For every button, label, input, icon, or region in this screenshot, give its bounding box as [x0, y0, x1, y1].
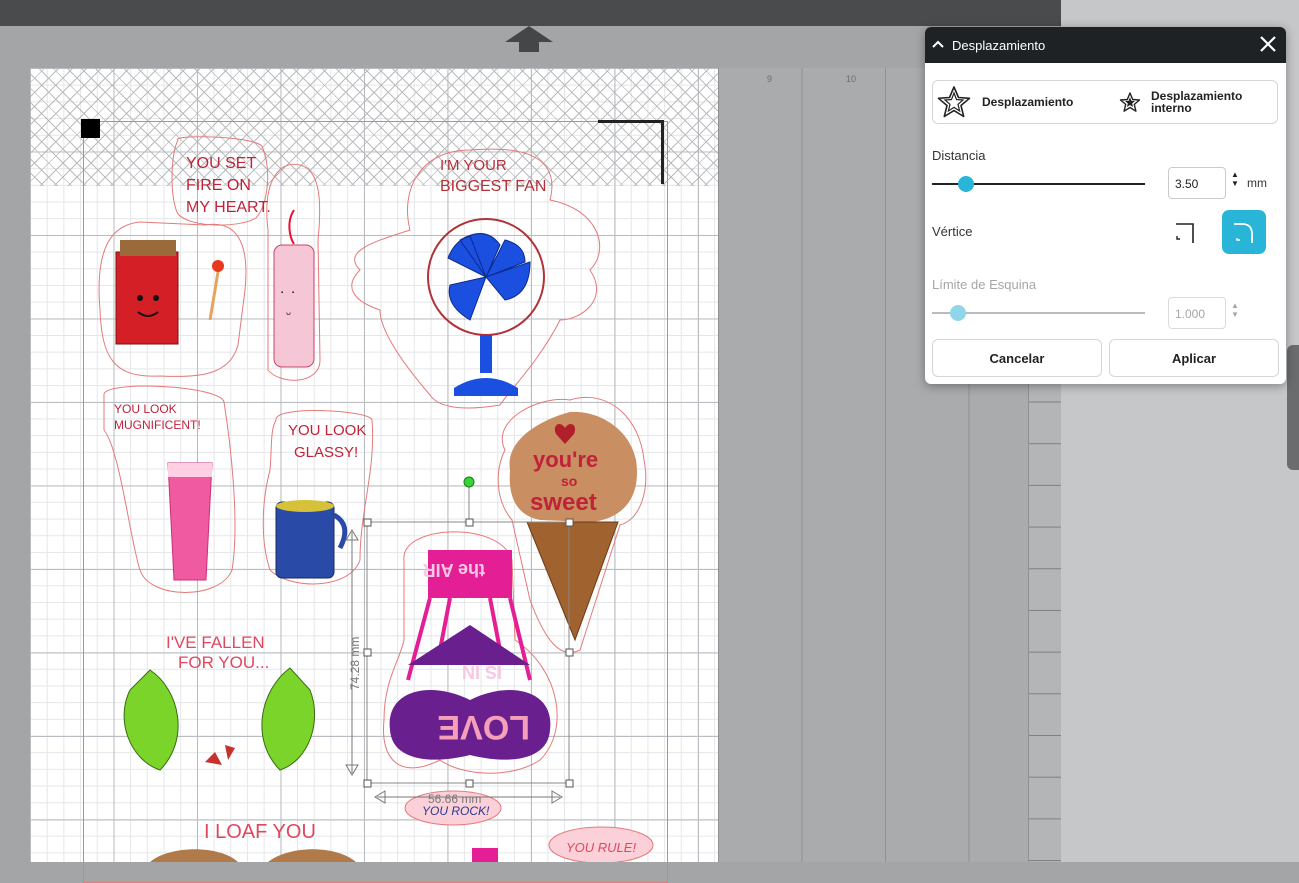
offset-dialog: Desplazamiento Desplazamiento Desplazami…	[925, 27, 1286, 384]
resize-handle	[565, 779, 574, 788]
svg-text:I'VE FALLEN: I'VE FALLEN	[166, 633, 265, 652]
resize-handle	[363, 648, 372, 657]
svg-text:I'M YOUR: I'M YOUR	[440, 157, 507, 174]
rotate-handle	[463, 476, 475, 488]
resize-handle	[465, 518, 474, 527]
vertical-scrollbar[interactable]	[1287, 345, 1299, 470]
sticker-matchbox[interactable]	[98, 221, 247, 377]
corner-limit-label: Límite de Esquina	[932, 277, 1037, 292]
chevron-up-icon[interactable]	[932, 38, 946, 52]
sticker-love-is-in-the-air[interactable]: the AIR IS IN LOVE	[383, 531, 558, 774]
dialog-header[interactable]: Desplazamiento	[925, 27, 1286, 63]
svg-text:I LOAF YOU: I LOAF YOU	[204, 821, 316, 843]
outer-star-icon	[936, 84, 972, 120]
corner-limit-slider-knob[interactable]	[949, 305, 966, 321]
svg-text:FOR YOU...: FOR YOU...	[178, 653, 269, 672]
offset-tab-label: Desplazamiento	[982, 95, 1074, 109]
corner-limit-spinner[interactable]: ▲ ▼	[1231, 301, 1239, 319]
sticker-glassy[interactable]: YOU LOOK GLASSY!	[262, 410, 374, 585]
resize-handle	[363, 779, 372, 788]
svg-text:so: so	[561, 473, 577, 489]
sharp-corner-button[interactable]	[1164, 210, 1208, 254]
inner-star-icon	[1119, 91, 1141, 113]
svg-text:GLASSY!: GLASSY!	[294, 444, 358, 461]
svg-text:FIRE ON: FIRE ON	[186, 177, 251, 194]
resize-handle	[565, 648, 574, 657]
sticker-candle[interactable]: ˙ ˙ ᵕ	[266, 163, 321, 381]
close-icon[interactable]	[1257, 33, 1279, 55]
svg-text:YOU LOOK: YOU LOOK	[114, 402, 177, 416]
svg-text:ᵕ: ᵕ	[286, 306, 291, 321]
height-dimension-label: 74.28 mm	[348, 637, 362, 690]
apply-button[interactable]: Aplicar	[1109, 339, 1279, 377]
inner-offset-tab[interactable]: Desplazamiento interno	[1117, 81, 1277, 123]
resize-handle	[565, 518, 574, 527]
distance-input[interactable]: 3.50	[1168, 167, 1226, 199]
sticker-mugnificent[interactable]: YOU LOOK MUGNIFICENT!	[103, 385, 236, 593]
sticker-fallen-for-you[interactable]: I'VE FALLEN FOR YOU...	[123, 633, 316, 771]
svg-text:sweet: sweet	[530, 489, 597, 516]
svg-text:you're: you're	[533, 447, 598, 472]
distance-spinner[interactable]: ▲ ▼	[1231, 170, 1239, 188]
sticker-you-rule[interactable]: YOU RULE!	[548, 826, 654, 862]
offset-tab[interactable]: Desplazamiento	[933, 81, 1098, 123]
svg-text:LOVE: LOVE	[437, 708, 530, 746]
corner-label: Vértice	[932, 224, 973, 239]
svg-text:IS IN: IS IN	[462, 662, 502, 682]
svg-text:YOU ROCK!: YOU ROCK!	[422, 804, 490, 818]
svg-text:YOU SET: YOU SET	[186, 155, 256, 172]
sticker-loaf[interactable]: I LOAF YOU	[150, 821, 356, 862]
rounded-corner-button[interactable]	[1222, 210, 1266, 254]
svg-text:BIGGEST FAN: BIGGEST FAN	[440, 178, 546, 195]
distance-slider[interactable]	[932, 176, 1145, 192]
svg-text:YOU LOOK: YOU LOOK	[288, 422, 366, 439]
distance-unit: mm	[1247, 176, 1267, 190]
svg-text:MY HEART.: MY HEART.	[186, 199, 271, 216]
offset-type-selector: Desplazamiento Desplazamiento interno	[932, 80, 1278, 124]
width-dimension-label: 56.66 mm	[428, 792, 481, 806]
resize-handle	[465, 779, 474, 788]
cancel-button[interactable]: Cancelar	[932, 339, 1102, 377]
svg-text:the AIR: the AIR	[423, 560, 485, 580]
distance-label: Distancia	[932, 148, 986, 163]
dialog-title: Desplazamiento	[952, 37, 1046, 53]
svg-text:YOU RULE!: YOU RULE!	[566, 840, 636, 855]
inner-offset-label-line2: interno	[1151, 101, 1192, 115]
speech-bubble-heart: YOU SET FIRE ON MY HEART.	[171, 136, 271, 226]
distance-slider-knob[interactable]	[958, 176, 975, 192]
sticker-fan[interactable]: I'M YOUR BIGGEST FAN	[351, 148, 600, 409]
resize-handle	[363, 518, 372, 527]
corner-limit-slider[interactable]	[932, 305, 1145, 321]
svg-text:MUGNIFICENT!: MUGNIFICENT!	[114, 418, 201, 432]
corner-limit-input[interactable]: 1.000	[1168, 297, 1226, 329]
